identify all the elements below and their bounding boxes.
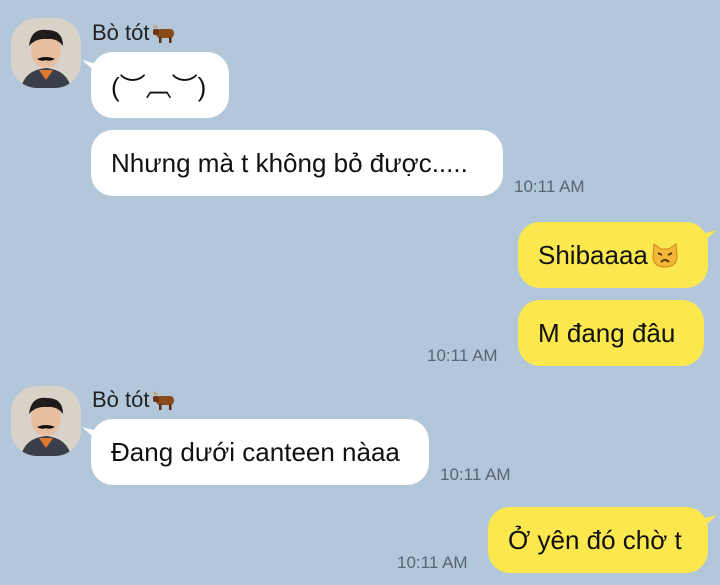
sender-name-text: Bò tót — [92, 20, 150, 45]
message-bubble-incoming[interactable]: Nhưng mà t không bỏ được..... — [91, 130, 503, 196]
message-time: 10:11 AM — [427, 346, 498, 365]
avatar[interactable] — [11, 386, 81, 456]
message-time: 10:11 AM — [514, 177, 585, 196]
message-text: (︶︹︶) — [111, 71, 207, 102]
bubble-tail — [82, 427, 100, 443]
sender-name: Bò tót — [92, 387, 177, 413]
message-bubble-incoming[interactable]: Đang dưới canteen nàaa — [82, 419, 429, 485]
bubble-tail — [82, 60, 100, 76]
message-bubble-outgoing[interactable]: Shibaaaa — [518, 222, 717, 288]
bubble-tail — [699, 230, 717, 246]
ox-emoji-icon — [153, 391, 175, 411]
message-text: Đang dưới canteen nàaa — [111, 436, 400, 467]
message-text: Nhưng mà t không bỏ được..... — [111, 147, 468, 178]
message-time: 10:11 AM — [397, 553, 468, 572]
ox-emoji-icon — [153, 24, 175, 44]
bubble-tail — [699, 515, 717, 531]
pouting-cat-emoji-icon — [652, 243, 678, 268]
message-text: Ở yên đó chờ t — [508, 524, 682, 555]
message-text: Shibaaaa — [538, 239, 648, 270]
message-bubble-outgoing[interactable]: M đang đâu — [518, 300, 704, 366]
message-time: 10:11 AM — [440, 465, 511, 484]
avatar-photo — [11, 18, 81, 88]
sender-name-text: Bò tót — [92, 387, 150, 412]
avatar[interactable] — [11, 18, 81, 88]
sender-name: Bò tót — [92, 20, 177, 46]
message-text: M đang đâu — [538, 317, 676, 348]
avatar-photo — [11, 386, 81, 456]
message-bubble-outgoing[interactable]: Ở yên đó chờ t — [488, 507, 717, 573]
message-bubble-incoming[interactable]: (︶︹︶) — [82, 52, 229, 118]
